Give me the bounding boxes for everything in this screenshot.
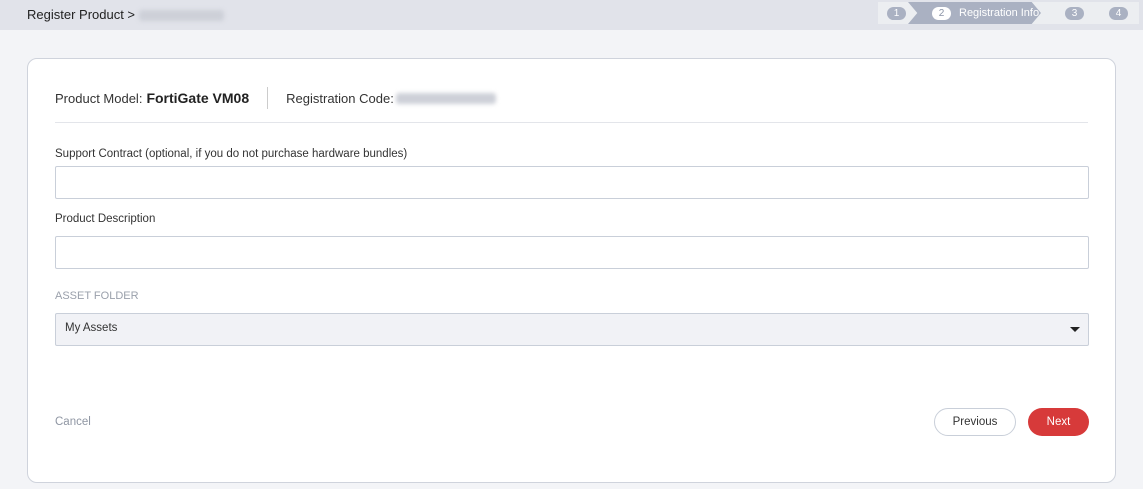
- step-number: 1: [887, 6, 906, 20]
- asset-folder-label: ASSET FOLDER: [55, 290, 139, 302]
- registration-card: Product Model: FortiGate VM08 Registratio…: [27, 58, 1116, 483]
- step-1[interactable]: 1: [887, 2, 906, 24]
- code-label: Registration Code:: [286, 90, 394, 106]
- product-description-label: Product Description: [55, 213, 156, 225]
- step-number: 4: [1109, 6, 1128, 20]
- top-bar: Register Product > 1 2 Registration Info …: [0, 0, 1143, 30]
- support-contract-input[interactable]: [55, 166, 1089, 199]
- cancel-link[interactable]: Cancel: [55, 416, 91, 428]
- step-number: 3: [1065, 6, 1084, 20]
- model-label: Product Model:: [55, 90, 143, 106]
- asset-folder-value: My Assets: [65, 322, 118, 334]
- step-4[interactable]: 4: [1109, 2, 1128, 24]
- caret-down-icon: [1070, 327, 1080, 332]
- step-2-label: Registration Info: [959, 7, 1040, 19]
- support-contract-label: Support Contract (optional, if you do no…: [55, 148, 408, 160]
- step-number: 2: [932, 6, 951, 20]
- product-header: Product Model: FortiGate VM08 Registratio…: [55, 87, 496, 109]
- step-3[interactable]: 3: [1065, 2, 1084, 24]
- divider: [267, 87, 269, 109]
- divider: [55, 122, 1088, 123]
- breadcrumb: Register Product >: [27, 7, 224, 22]
- blurred-serial: [138, 10, 224, 22]
- next-button[interactable]: Next: [1028, 408, 1089, 436]
- blurred-code: [395, 92, 496, 104]
- breadcrumb-label[interactable]: Register Product >: [27, 7, 135, 22]
- asset-folder-select[interactable]: My Assets: [55, 313, 1089, 346]
- step-2[interactable]: 2 Registration Info: [908, 2, 1041, 24]
- stepper: 1 2 Registration Info 3 4: [878, 2, 1139, 24]
- model-value: FortiGate VM08: [146, 90, 250, 106]
- previous-button[interactable]: Previous: [934, 408, 1016, 436]
- product-description-input[interactable]: [55, 236, 1089, 269]
